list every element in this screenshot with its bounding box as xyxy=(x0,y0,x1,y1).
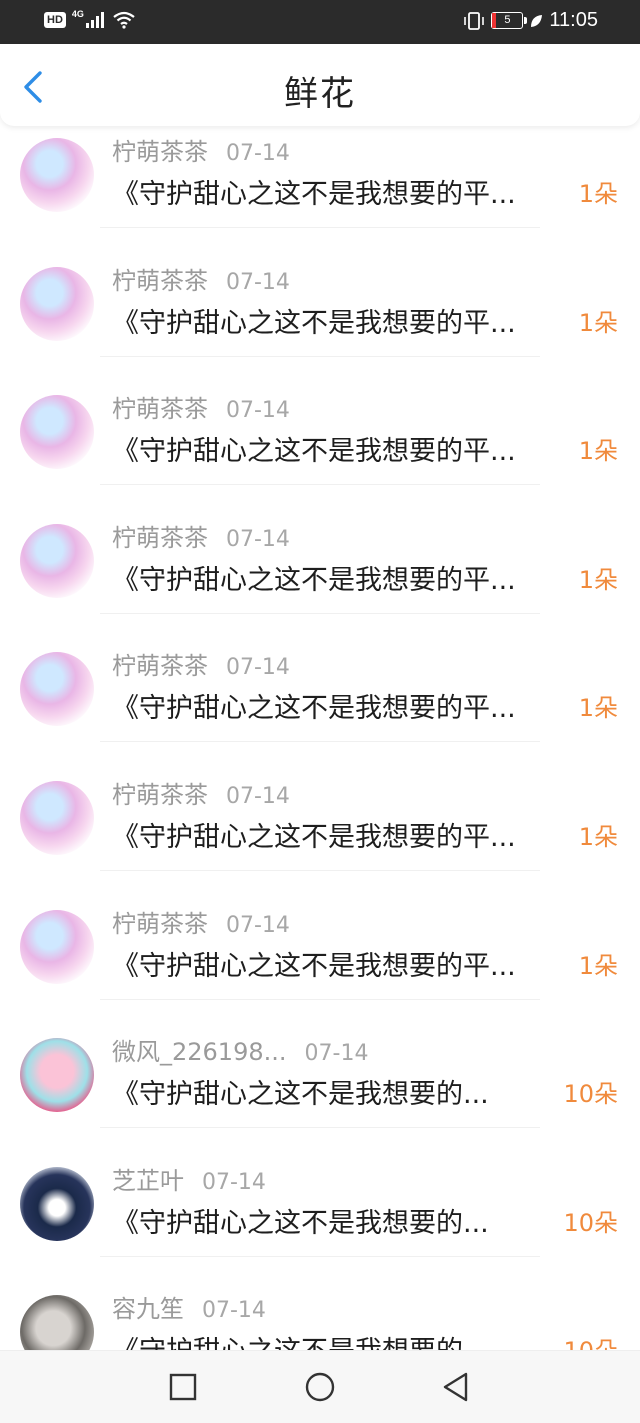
avatar[interactable] xyxy=(20,1166,94,1241)
divider xyxy=(100,1255,540,1257)
list-item[interactable]: 柠萌茶茶 07-14 《守护甜心之这不是我想要的平... 1朵 xyxy=(0,514,640,642)
date: 07-14 xyxy=(226,398,290,424)
user-name: 微风_226198... 07-14 xyxy=(112,1032,368,1067)
flower-count: 10朵 xyxy=(563,1080,618,1109)
story-title: 《守护甜心之这不是我想要的平... xyxy=(112,564,516,596)
divider xyxy=(100,355,540,357)
flower-count: 1朵 xyxy=(578,951,618,980)
divider xyxy=(100,1127,540,1129)
story-title: 《守护甜心之这不是我想要的... xyxy=(112,1329,489,1350)
user-name-text: 柠萌茶茶 xyxy=(112,781,208,809)
story-title: 《守护甜心之这不是我想要的平... xyxy=(112,950,516,982)
user-name: 柠萌茶茶 07-14 xyxy=(112,646,290,681)
circle-icon xyxy=(305,1372,335,1402)
flower-count: 10朵 xyxy=(563,1208,618,1237)
recent-apps-button[interactable] xyxy=(165,1369,201,1405)
list-item[interactable]: 容九笙 07-14 《守护甜心之这不是我想要的... 10朵 xyxy=(0,1285,640,1350)
avatar[interactable] xyxy=(20,909,94,984)
story-title: 《守护甜心之这不是我想要的... xyxy=(112,1207,489,1239)
divider xyxy=(100,484,540,486)
date: 07-14 xyxy=(226,269,290,295)
user-name: 柠萌茶茶 07-14 xyxy=(112,389,290,424)
divider xyxy=(100,998,540,1000)
triangle-back-icon xyxy=(443,1372,468,1402)
avatar[interactable] xyxy=(20,781,94,855)
divider xyxy=(100,741,540,743)
avatar[interactable] xyxy=(20,138,94,212)
home-button[interactable] xyxy=(302,1369,338,1405)
list-item[interactable]: 柠萌茶茶 07-14 《守护甜心之这不是我想要的平... 1朵 xyxy=(0,900,640,1028)
user-name: 容九笙 07-14 xyxy=(112,1289,266,1324)
divider xyxy=(100,870,540,871)
story-title: 《守护甜心之这不是我想要的平... xyxy=(112,179,516,210)
avatar[interactable] xyxy=(20,266,94,341)
user-name-text: 柠萌茶茶 xyxy=(112,523,208,552)
list-item[interactable]: 柠萌茶茶 07-14 《守护甜心之这不是我想要的平... 1朵 xyxy=(0,385,640,513)
divider xyxy=(100,612,540,614)
avatar[interactable] xyxy=(20,523,94,598)
flower-count: 1朵 xyxy=(578,694,618,723)
divider xyxy=(100,227,540,228)
user-name: 柠萌茶茶 07-14 xyxy=(112,904,290,939)
list-item[interactable]: 芝芷叶 07-14 《守护甜心之这不是我想要的... 10朵 xyxy=(0,1157,640,1285)
flower-count: 1朵 xyxy=(578,823,618,851)
list-item[interactable]: 柠萌茶茶 07-14 《守护甜心之这不是我想要的平... 1朵 xyxy=(0,771,640,899)
system-nav-bar xyxy=(0,1350,640,1423)
avatar[interactable] xyxy=(20,395,94,470)
user-name-text: 柠萌茶茶 xyxy=(112,909,208,938)
flower-list: 柠萌茶茶 07-14 《守护甜心之这不是我想要的平... 1朵 柠萌茶茶 07-14 《守护… xyxy=(0,0,640,1350)
user-name-text: 芝芷叶 xyxy=(112,1166,184,1195)
date: 07-14 xyxy=(202,1169,266,1195)
date: 07-14 xyxy=(226,655,290,681)
date: 07-14 xyxy=(226,912,290,938)
avatar[interactable] xyxy=(20,652,94,727)
flower-count: 1朵 xyxy=(578,308,618,337)
flower-count: 1朵 xyxy=(578,437,618,466)
user-name: 柠萌茶茶 07-14 xyxy=(112,775,290,810)
story-title: 《守护甜心之这不是我想要的平... xyxy=(112,436,516,468)
user-name-text: 柠萌茶茶 xyxy=(112,395,208,424)
user-name-text: 柠萌茶茶 xyxy=(112,652,208,681)
user-name: 芝芷叶 07-14 xyxy=(112,1161,266,1196)
story-title: 《守护甜心之这不是我想要的平... xyxy=(112,307,516,339)
avatar[interactable] xyxy=(20,1295,94,1350)
square-icon xyxy=(169,1373,197,1401)
nav-back-button[interactable] xyxy=(438,1369,474,1405)
flower-count: 1朵 xyxy=(578,180,618,208)
date: 07-14 xyxy=(226,784,290,809)
story-title: 《守护甜心之这不是我想要的... xyxy=(112,1079,489,1111)
user-name-text: 柠萌茶茶 xyxy=(112,138,208,166)
flower-count: 1朵 xyxy=(578,565,618,594)
list-item[interactable]: 柠萌茶茶 07-14 《守护甜心之这不是我想要的平... 1朵 xyxy=(0,642,640,770)
list-item[interactable]: 微风_226198... 07-14 《守护甜心之这不是我想要的... 10朵 xyxy=(0,1028,640,1156)
flower-count: 10朵 xyxy=(563,1331,618,1350)
avatar[interactable] xyxy=(20,1038,94,1113)
list-item[interactable]: 柠萌茶茶 07-14 《守护甜心之这不是我想要的平... 1朵 xyxy=(0,257,640,385)
battery-level: 5 xyxy=(504,14,511,26)
page-title: 鲜花 xyxy=(284,74,356,114)
user-name-text: 柠萌茶茶 xyxy=(112,266,208,295)
date: 07-14 xyxy=(226,526,290,552)
user-name-text: 容九笙 xyxy=(112,1295,184,1324)
list-item[interactable]: 柠萌茶茶 07-14 《守护甜心之这不是我想要的平... 1朵 xyxy=(0,128,640,256)
story-title: 《守护甜心之这不是我想要的平... xyxy=(112,693,516,725)
date: 07-14 xyxy=(304,1041,369,1067)
user-name: 柠萌茶茶 07-14 xyxy=(112,132,290,167)
user-name-text: 微风_226198... xyxy=(112,1038,287,1067)
user-name: 柠萌茶茶 07-14 xyxy=(112,261,290,296)
date: 07-14 xyxy=(226,141,290,166)
user-name: 柠萌茶茶 07-14 xyxy=(112,518,290,553)
story-title: 《守护甜心之这不是我想要的平... xyxy=(112,822,516,853)
app-header: 鲜花 xyxy=(0,44,640,126)
date: 07-14 xyxy=(202,1298,266,1324)
